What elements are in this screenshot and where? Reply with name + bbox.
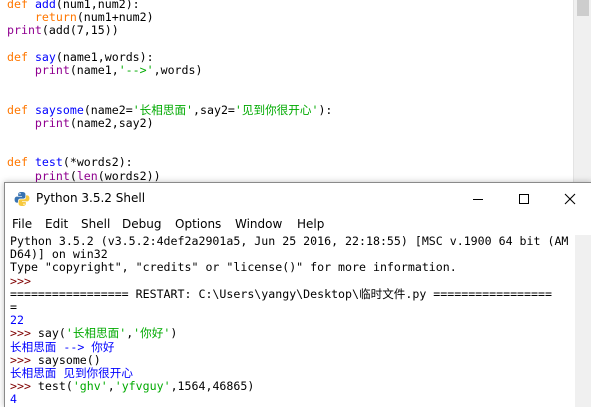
console-line-segment: Python 3.5.2 (v3.5.2:4def2a2901a5, Jun 2… xyxy=(10,235,568,248)
console-line-segment: = xyxy=(10,300,17,314)
console-line: >>> test('ghv','yfvguy',1564,46865) xyxy=(10,380,575,393)
editor-code-line-segment xyxy=(28,155,35,169)
editor-code-line-segment: def xyxy=(7,103,28,117)
console-line-segment: saysome() xyxy=(38,353,101,367)
editor-code-line-segment: print xyxy=(35,169,70,182)
editor-code-line-segment: (name1, xyxy=(70,63,119,77)
editor-code-line-segment: say xyxy=(35,50,56,64)
close-button[interactable] xyxy=(547,183,591,215)
shell-title-bar[interactable]: Python 3.5.2 Shell xyxy=(5,183,591,215)
editor-code-line-segment: print xyxy=(35,116,70,130)
console-line: = xyxy=(10,301,575,314)
console-line-segment: >>> xyxy=(10,274,38,288)
editor-code-line-segment: ,say2= xyxy=(193,103,235,117)
editor-code-line-segment: (name2,say2) xyxy=(70,116,154,130)
console-line-segment: ,1564,46865) xyxy=(171,379,255,393)
editor-code-line: print(name2,say2) xyxy=(7,117,572,130)
editor-code-line-segment: print xyxy=(35,63,70,77)
close-icon xyxy=(564,193,576,205)
python-logo-icon xyxy=(14,191,30,207)
menu-debug[interactable]: Debug xyxy=(122,217,161,231)
console-line-segment: >>> xyxy=(10,379,38,393)
console-line-segment: test( xyxy=(38,379,73,393)
menu-file[interactable]: File xyxy=(12,217,32,231)
editor-code-line xyxy=(7,77,572,90)
editor-code-line-segment xyxy=(7,116,35,130)
console-line: Type "copyright", "credits" or "license(… xyxy=(10,261,575,274)
editor-code-line-segment xyxy=(28,103,35,117)
editor-code-line-segment: def xyxy=(7,155,28,169)
editor-code-line-segment: print xyxy=(7,23,42,37)
console-output[interactable]: Python 3.5.2 (v3.5.2:4def2a2901a5, Jun 2… xyxy=(10,235,575,407)
console-line-segment: '你好' xyxy=(133,326,170,340)
editor-code-line-segment: len xyxy=(77,169,98,182)
console-vertical-scrollbar[interactable] xyxy=(575,235,591,407)
editor-code-area[interactable]: def add(num1,num2): return(num1+num2)pri… xyxy=(7,0,572,182)
console-line-segment: 4 xyxy=(10,392,17,406)
console-line-segment: 长相思面 --> 你好 xyxy=(10,340,114,354)
editor-code-line-segment xyxy=(28,50,35,64)
shell-window-title: Python 3.5.2 Shell xyxy=(36,191,145,205)
menu-options[interactable]: Options xyxy=(175,217,221,231)
console-line-segment: 'ghv' xyxy=(73,379,108,393)
editor-code-line-segment: return xyxy=(35,10,77,24)
editor-code-line-segment: '-->' xyxy=(119,63,154,77)
console-line-segment: 22 xyxy=(10,313,24,327)
editor-code-line xyxy=(7,130,572,143)
menu-window[interactable]: Window xyxy=(235,217,282,231)
console-line-segment: 长相思面 见到你很开心 xyxy=(10,366,133,380)
editor-code-line-segment: (name2= xyxy=(84,103,133,117)
console-line-segment: D64)] on win32 xyxy=(10,247,108,261)
editor-vertical-scrollbar[interactable] xyxy=(573,0,591,182)
editor-code-line: print(name1,'-->',words) xyxy=(7,64,572,77)
console-line-segment: Type "copyright", "credits" or "license(… xyxy=(10,260,457,274)
console-line-segment: , xyxy=(108,379,115,393)
menu-shell[interactable]: Shell xyxy=(81,217,110,231)
editor-code-line-segment: def xyxy=(7,50,28,64)
console-line-segment: say( xyxy=(38,326,66,340)
shell-menu-bar: File Edit Shell Debug Options Window Hel… xyxy=(5,215,591,235)
editor-scrollbar-thumb[interactable] xyxy=(577,0,589,16)
editor-code-line-segment: (add(7,15)) xyxy=(42,23,119,37)
editor-code-line-segment: '见到你很开心' xyxy=(235,103,319,117)
editor-code-line-segment xyxy=(7,169,35,182)
editor-code-line: print(len(words2)) xyxy=(7,170,572,182)
editor-window[interactable]: def add(num1,num2): return(num1+num2)pri… xyxy=(0,0,591,182)
menu-edit[interactable]: Edit xyxy=(45,217,68,231)
editor-code-line-segment: saysome xyxy=(35,103,84,117)
maximize-button[interactable] xyxy=(501,183,547,215)
console-line-segment: '长相思面' xyxy=(66,326,126,340)
console-line: 4 xyxy=(10,393,575,406)
editor-code-line-segment: test xyxy=(35,155,63,169)
shell-console[interactable]: Python 3.5.2 (v3.5.2:4def2a2901a5, Jun 2… xyxy=(5,235,591,407)
editor-code-line-segment xyxy=(7,63,35,77)
editor-code-line-segment xyxy=(7,10,35,24)
console-line-segment: >>> xyxy=(10,353,38,367)
editor-code-line-segment: (words2)) xyxy=(98,169,161,182)
editor-code-line: print(add(7,15)) xyxy=(7,24,572,37)
console-line-segment: 'yfvguy' xyxy=(115,379,171,393)
console-line: ================= RESTART: C:\Users\yang… xyxy=(10,288,575,301)
maximize-icon xyxy=(518,193,530,205)
editor-code-line-segment: (*words2): xyxy=(63,155,133,169)
console-line-segment: ================= RESTART: C:\Users\yang… xyxy=(10,287,552,301)
editor-code-line-segment: ( xyxy=(70,169,77,182)
editor-code-line-segment: ,words) xyxy=(154,63,203,77)
console-line-segment: >>> xyxy=(10,326,38,340)
minimize-icon xyxy=(472,193,484,205)
editor-code-line-segment: (name1,words): xyxy=(56,50,154,64)
editor-code-line-segment: (num1+num2) xyxy=(77,10,154,24)
editor-code-line-segment: ): xyxy=(318,103,332,117)
editor-code-line-segment: '长相思面' xyxy=(133,103,193,117)
minimize-button[interactable] xyxy=(455,183,501,215)
menu-help[interactable]: Help xyxy=(297,217,324,231)
console-line-segment: ) xyxy=(170,326,177,340)
python-shell-window[interactable]: Python 3.5.2 Shell File Edit Shell Debug… xyxy=(4,182,591,407)
